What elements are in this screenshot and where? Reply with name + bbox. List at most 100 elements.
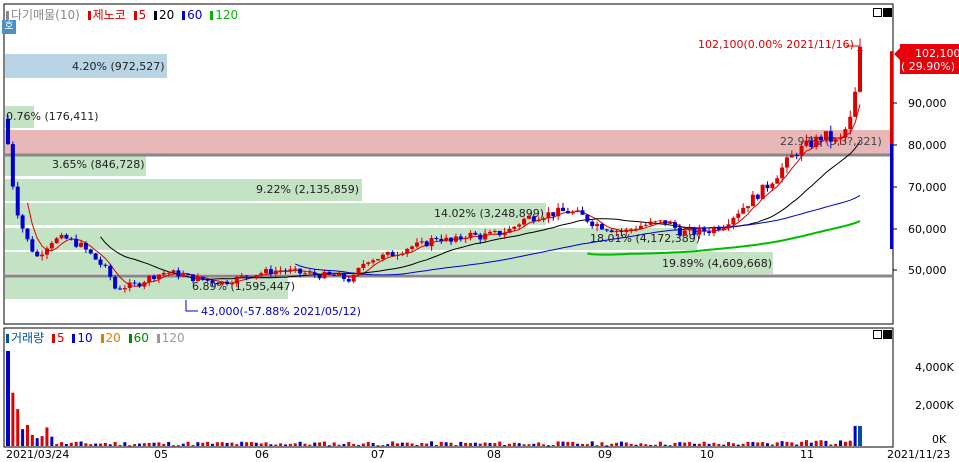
volume-bar bbox=[113, 442, 117, 446]
volume-bar bbox=[235, 444, 239, 446]
candle-body bbox=[770, 183, 775, 189]
legend-title[interactable]: 다기매물(10) bbox=[11, 8, 80, 22]
candle-body bbox=[327, 271, 332, 275]
price-chart[interactable]: 4.20% (972,527) 0.76% (176,411) 22.97% (… bbox=[0, 0, 959, 325]
volume-bar bbox=[405, 442, 409, 446]
volume-maximize-icon[interactable] bbox=[873, 330, 882, 339]
vol-ma-120-icon bbox=[156, 334, 160, 343]
candle-body bbox=[677, 227, 682, 236]
legend-ma-120[interactable]: 120 bbox=[215, 8, 238, 22]
candle-body bbox=[20, 215, 25, 229]
volume-bar bbox=[770, 444, 774, 446]
vol-ma-10[interactable]: 10 bbox=[77, 331, 92, 345]
volume-bar bbox=[522, 444, 526, 446]
volume-bar bbox=[493, 443, 497, 446]
candle-body bbox=[604, 229, 609, 231]
volume-bar bbox=[775, 442, 779, 446]
volume-bar bbox=[352, 443, 356, 446]
candle-body bbox=[780, 167, 785, 179]
max-price-label: 102,100(0.00% 2021/11/16) bbox=[698, 38, 854, 51]
volume-close-icon[interactable] bbox=[883, 330, 892, 339]
vol-ma-5[interactable]: 5 bbox=[57, 331, 65, 345]
candle-body bbox=[653, 221, 658, 223]
candle-body bbox=[361, 263, 366, 268]
candle-body bbox=[395, 254, 400, 256]
legend-ma-60[interactable]: 60 bbox=[187, 8, 202, 22]
candle-body bbox=[288, 269, 293, 272]
maximize-icon[interactable] bbox=[873, 8, 882, 17]
volume-bar bbox=[717, 444, 721, 446]
volume-bar bbox=[707, 443, 711, 446]
candle-body bbox=[707, 231, 712, 234]
candle-body bbox=[15, 186, 20, 216]
candle-body bbox=[244, 275, 249, 277]
price-legend: 다기매물(10) 제노코 5 20 60 120 bbox=[6, 8, 240, 22]
y-tick-70000: 70,000 bbox=[908, 181, 947, 194]
candle-body bbox=[517, 224, 522, 227]
volume-bar bbox=[152, 442, 156, 446]
volume-bar bbox=[532, 443, 536, 446]
volume-bar bbox=[639, 443, 643, 446]
volume-bar bbox=[809, 442, 813, 446]
candle-body bbox=[565, 211, 570, 214]
vol-ma-20[interactable]: 20 bbox=[106, 331, 121, 345]
candle-body bbox=[561, 207, 566, 212]
candle-body bbox=[10, 144, 15, 187]
candle-body bbox=[25, 228, 30, 240]
legend-candle-icon bbox=[87, 11, 91, 20]
volume-bar bbox=[683, 442, 687, 446]
candle-body bbox=[356, 267, 361, 275]
candle-body bbox=[44, 248, 49, 255]
volume-bar bbox=[99, 443, 103, 446]
candle-body bbox=[522, 218, 527, 225]
candle-body bbox=[264, 269, 269, 274]
volume-bar bbox=[16, 409, 20, 446]
vol-tick-4000k: 4,000K bbox=[915, 361, 954, 374]
volume-bar bbox=[712, 442, 716, 446]
candle-body bbox=[765, 184, 770, 189]
legend-series-name[interactable]: 제노코 bbox=[93, 8, 126, 22]
volume-bar bbox=[756, 442, 760, 446]
volume-bar bbox=[795, 444, 799, 446]
candle-body bbox=[453, 236, 458, 242]
candle-body bbox=[814, 136, 819, 147]
candle-body bbox=[755, 194, 760, 199]
candle-body bbox=[658, 220, 663, 222]
candle-body bbox=[341, 273, 346, 280]
chart-type-badge[interactable]: 호 bbox=[2, 20, 16, 34]
candle-body bbox=[225, 281, 230, 285]
legend-ma-20[interactable]: 20 bbox=[159, 8, 174, 22]
legend-ma-5[interactable]: 5 bbox=[139, 8, 147, 22]
candle-body bbox=[784, 157, 789, 168]
volume-bar bbox=[780, 441, 784, 446]
vol-ma-120[interactable]: 120 bbox=[162, 331, 185, 345]
candle-body bbox=[502, 232, 507, 236]
candle-body bbox=[585, 214, 590, 222]
volume-bar bbox=[819, 440, 823, 446]
volume-bar bbox=[371, 443, 375, 446]
candle-body bbox=[483, 233, 488, 240]
candle-body bbox=[220, 281, 225, 285]
volume-bars bbox=[6, 351, 862, 447]
candle-body bbox=[371, 260, 376, 263]
candle-body bbox=[599, 224, 604, 230]
candle-body bbox=[439, 238, 444, 241]
close-icon[interactable] bbox=[883, 8, 892, 17]
candle-body bbox=[259, 273, 264, 275]
volume-legend: 거래량 5 10 20 60 120 bbox=[6, 331, 187, 345]
candle-body bbox=[127, 282, 132, 289]
vol-legend-title[interactable]: 거래량 bbox=[11, 331, 44, 345]
candle-body bbox=[541, 218, 546, 220]
candle-body bbox=[546, 212, 551, 219]
candle-body bbox=[595, 224, 600, 227]
volume-bar bbox=[571, 441, 575, 446]
vol-ma-20-icon bbox=[100, 334, 104, 343]
volume-bar bbox=[89, 444, 93, 446]
candle-body bbox=[74, 238, 79, 247]
volume-bar bbox=[727, 441, 731, 446]
vp-label-4: 3.65% (846,728) bbox=[52, 158, 145, 171]
vol-ma-60[interactable]: 60 bbox=[134, 331, 149, 345]
volume-bar bbox=[220, 442, 224, 446]
candle-body bbox=[98, 259, 103, 265]
volume-bar bbox=[834, 444, 838, 446]
